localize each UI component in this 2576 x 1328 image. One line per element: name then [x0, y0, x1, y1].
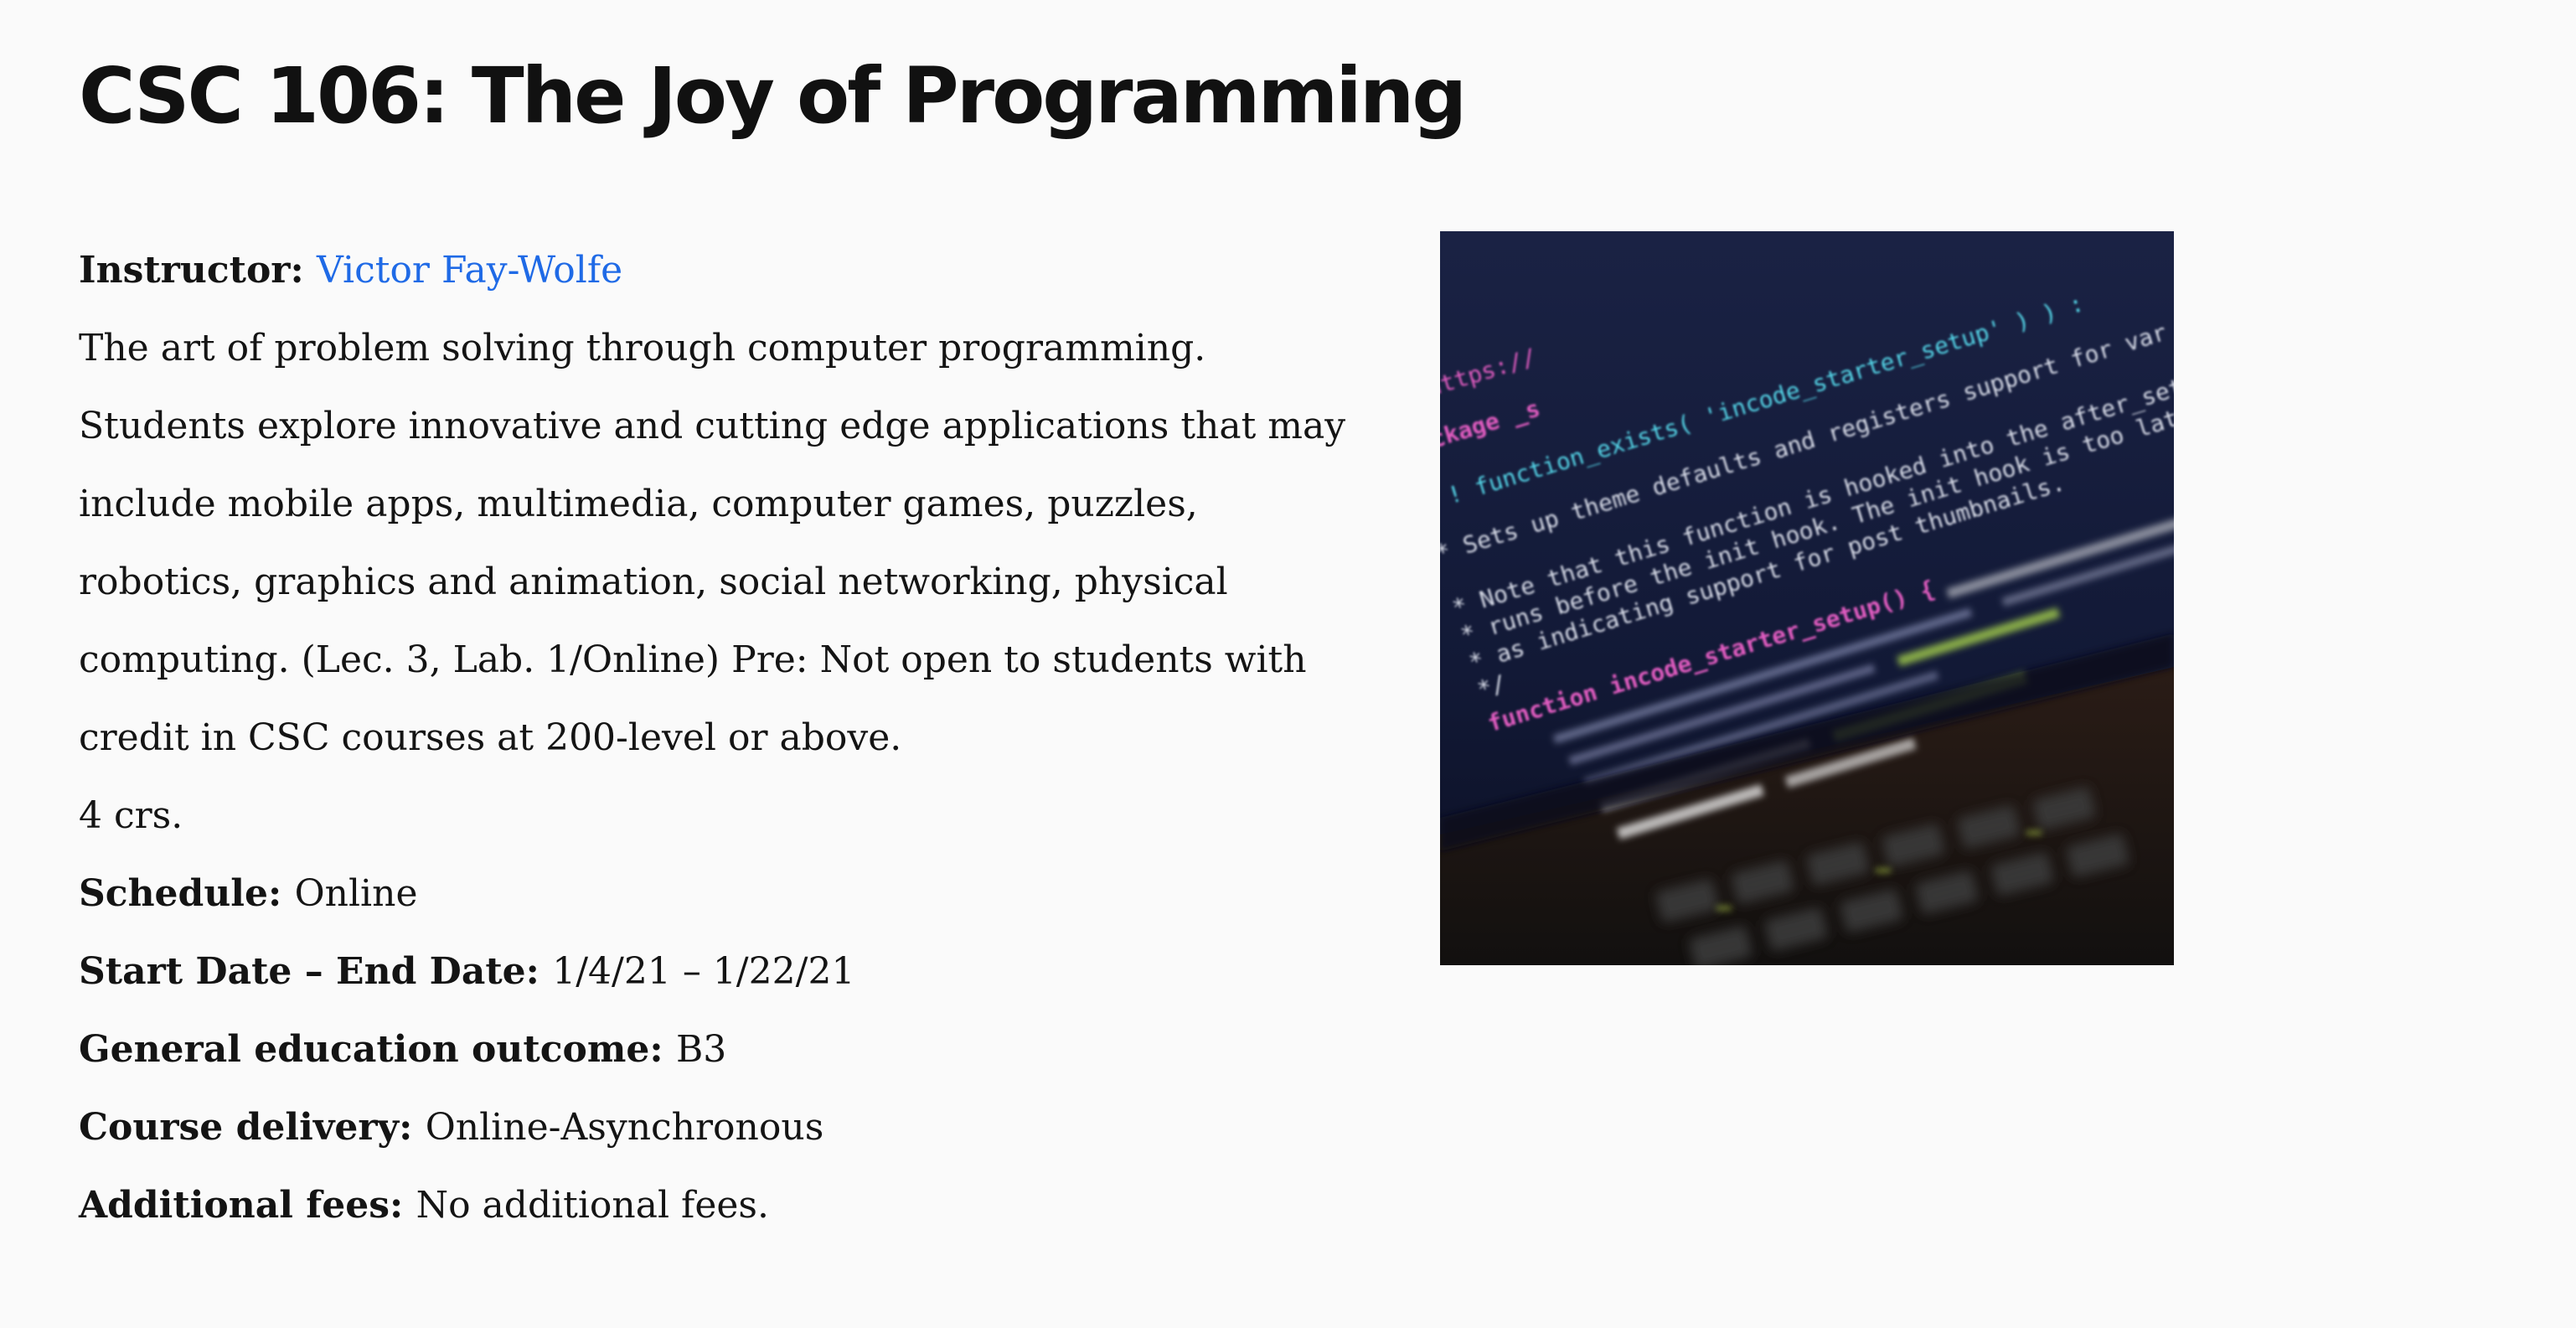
schedule-row: Schedule: Online [79, 855, 1352, 933]
dates-label: Start Date – End Date: [79, 950, 553, 993]
description-line: robotics, graphics and animation, social… [79, 561, 1228, 603]
dates-row: Start Date – End Date: 1/4/21 – 1/22/21 [79, 933, 1352, 1010]
course-page: CSC 106: The Joy of Programming Instruct… [0, 0, 2576, 1328]
page-title: CSC 106: The Joy of Programming [79, 51, 1467, 141]
description-line: The art of problem solving through compu… [79, 327, 1206, 369]
description-line: include mobile apps, multimedia, compute… [79, 483, 1198, 525]
course-details: Instructor: Victor Fay-Wolfe The art of … [79, 231, 1352, 1244]
fees-value: No additional fees. [416, 1184, 769, 1227]
description-line: computing. (Lec. 3, Lab. 1/Online) Pre: … [79, 638, 1307, 681]
delivery-label: Course delivery: [79, 1106, 426, 1149]
fees-label: Additional fees: [79, 1184, 416, 1227]
instructor-row: Instructor: Victor Fay-Wolfe [79, 231, 1352, 309]
gened-label: General education outcome: [79, 1028, 676, 1071]
instructor-link[interactable]: Victor Fay-Wolfe [317, 249, 622, 292]
course-image: ink https:// package _s ( ! function_exi… [1440, 231, 2174, 965]
gened-row: General education outcome: B3 [79, 1010, 1352, 1088]
delivery-row: Course delivery: Online-Asynchronous [79, 1088, 1352, 1166]
description-line: Students explore innovative and cutting … [79, 405, 1346, 447]
gened-value: B3 [675, 1028, 727, 1071]
instructor-label: Instructor: [79, 249, 317, 292]
laptop-code-photo: ink https:// package _s ( ! function_exi… [1440, 231, 2174, 965]
credits-text: 4 crs. [79, 794, 183, 837]
description-line: credit in CSC courses at 200-level or ab… [79, 716, 902, 759]
schedule-value: Online [294, 872, 418, 915]
dates-value: 1/4/21 – 1/22/21 [552, 950, 855, 993]
delivery-value: Online-Asynchronous [425, 1106, 824, 1149]
course-description: The art of problem solving through compu… [79, 309, 1352, 777]
schedule-label: Schedule: [79, 872, 295, 915]
fees-row: Additional fees: No additional fees. [79, 1166, 1352, 1244]
